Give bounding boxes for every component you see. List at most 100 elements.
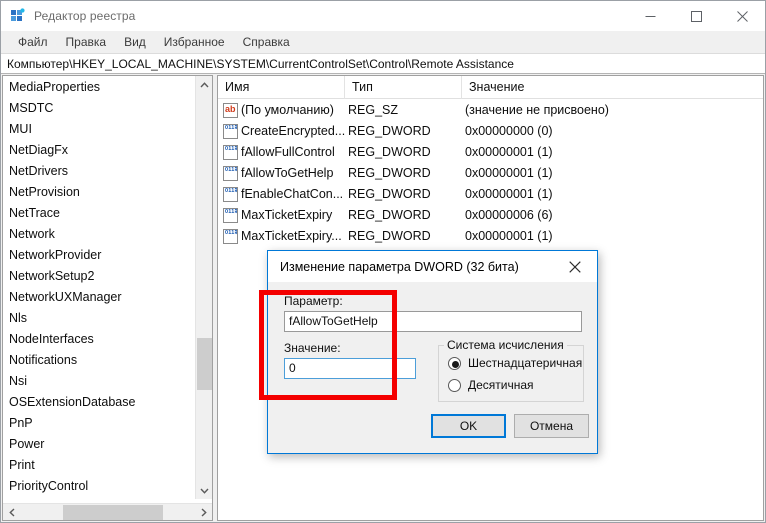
dialog-title: Изменение параметра DWORD (32 бита) (280, 259, 519, 274)
tree-item[interactable]: Nsi (3, 371, 196, 392)
chevron-left-icon[interactable] (3, 504, 20, 520)
tree-horizontal-scrollbar[interactable] (3, 503, 212, 520)
minimize-button[interactable] (627, 1, 673, 31)
value-name: (По умолчанию) (241, 103, 334, 117)
param-name-label: Параметр: (284, 294, 343, 308)
dword-value-icon (223, 166, 238, 181)
table-row[interactable]: CreateEncrypted...REG_DWORD 0x00000000 (0… (218, 122, 763, 141)
dialog-title-bar: Изменение параметра DWORD (32 бита) (268, 251, 597, 282)
tree-item[interactable]: MUI (3, 119, 196, 140)
base-radio-group (438, 345, 584, 402)
menu-item-file[interactable]: Файл (9, 33, 57, 51)
dialog-body: Параметр: fAllowToGetHelp Значение: 0 Си… (268, 282, 597, 453)
chevron-right-icon[interactable] (195, 504, 212, 520)
base-group-label: Система исчисления (444, 338, 567, 352)
table-row[interactable]: MaxTicketExpiry REG_DWORD 0x00000006 (6) (218, 206, 763, 225)
menu-item-favorites[interactable]: Избранное (155, 33, 234, 51)
value-name: fAllowFullControl (241, 145, 335, 159)
column-header-value[interactable]: Значение (462, 76, 763, 99)
maximize-button[interactable] (673, 1, 719, 31)
address-bar[interactable]: Компьютер\HKEY_LOCAL_MACHINE\SYSTEM\Curr… (1, 53, 765, 74)
tree-vertical-scrollbar[interactable] (195, 76, 212, 499)
registry-path-text: Компьютер\HKEY_LOCAL_MACHINE\SYSTEM\Curr… (7, 56, 514, 71)
value-data: 0x00000006 (6) (465, 208, 553, 222)
param-value-label: Значение: (284, 341, 341, 355)
ok-button[interactable]: OK (431, 414, 506, 438)
tree-item[interactable]: NetworkProvider (3, 245, 196, 266)
tree-item[interactable]: Network (3, 224, 196, 245)
tree-item[interactable]: NetTrace (3, 203, 196, 224)
tree-item[interactable]: Print (3, 455, 196, 476)
tree-item[interactable]: NetDiagFx (3, 140, 196, 161)
value-data: 0x00000001 (1) (465, 229, 553, 243)
tree-item[interactable]: PriorityControl (3, 476, 196, 497)
column-header-type[interactable]: Тип (345, 76, 462, 99)
value-data: 0x00000000 (0) (465, 124, 553, 138)
registry-tree-list[interactable]: MediaProperties MSDTC MUI NetDiagFx NetDrive… (3, 76, 196, 499)
value-data: (значение не присвоено) (465, 103, 609, 117)
string-value-icon (223, 103, 238, 118)
tree-item[interactable]: ProductOptions (3, 497, 196, 499)
table-row[interactable]: (По умолчанию) REG_SZ (значение не присвое… (218, 101, 763, 120)
table-row[interactable]: MaxTicketExpiry... REG_DWORD 0x00000001 (1… (218, 227, 763, 246)
dialog-close-icon[interactable] (553, 251, 597, 282)
menu-item-view[interactable]: Вид (115, 33, 155, 51)
dword-value-icon-wrap (223, 166, 238, 181)
param-name-input[interactable]: fAllowToGetHelp (284, 311, 582, 332)
value-type: REG_DWORD (348, 166, 431, 180)
value-name: MaxTicketExpiry... (241, 229, 342, 243)
string-value-icon-wrap (223, 103, 238, 118)
edit-dword-dialog: Изменение параметра DWORD (32 бита) Пара… (267, 250, 598, 454)
chevron-up-icon[interactable] (196, 76, 212, 93)
radio-hexadecimal[interactable]: Шестнадцатеричная (448, 356, 582, 370)
tree-scroll-thumb[interactable] (197, 338, 212, 390)
param-value-input[interactable]: 0 (284, 358, 416, 379)
value-name: fAllowToGetHelp (241, 166, 334, 180)
menu-bar: Файл Правка Вид Избранное Справка (1, 31, 765, 53)
table-row[interactable]: fAllowToGetHelp REG_DWORD 0x00000001 (1) (218, 164, 763, 183)
table-row[interactable]: fAllowFullControl REG_DWORD 0x00000001 (1) (218, 143, 763, 162)
menu-item-help[interactable]: Справка (234, 33, 299, 51)
value-name: fEnableChatCon... (241, 187, 344, 201)
tree-item[interactable]: NetDrivers (3, 161, 196, 182)
tree-item[interactable]: OSExtensionDatabase (3, 392, 196, 413)
cancel-button[interactable]: Отмена (514, 414, 589, 438)
tree-item[interactable]: Notifications (3, 350, 196, 371)
dword-value-icon (223, 208, 238, 223)
values-column-headers: Имя Тип Значение (218, 76, 763, 99)
registry-tree-pane: MediaProperties MSDTC MUI NetDiagFx NetDrive… (2, 75, 213, 521)
window-controls (627, 1, 765, 31)
tree-item[interactable]: NetworkSetup2 (3, 266, 196, 287)
title-bar: Редактор реестра (1, 1, 765, 31)
dword-value-icon (223, 124, 238, 139)
value-type: REG_SZ (348, 103, 399, 117)
tree-item[interactable]: Power (3, 434, 196, 455)
column-header-name[interactable]: Имя (218, 76, 345, 99)
dword-value-icon (223, 145, 238, 160)
tree-item[interactable]: NodeInterfaces (3, 329, 196, 350)
value-name: MaxTicketExpiry (241, 208, 333, 222)
dword-value-icon (223, 229, 238, 244)
tree-item[interactable]: MediaProperties (3, 77, 196, 98)
tree-hscroll-thumb[interactable] (63, 505, 163, 520)
table-row[interactable]: fEnableChatCon... REG_DWORD 0x00000001 (1) (218, 185, 763, 204)
tree-item[interactable]: Nls (3, 308, 196, 329)
value-type: REG_DWORD (348, 229, 431, 243)
dword-value-icon (223, 187, 238, 202)
tree-item[interactable]: PnP (3, 413, 196, 434)
dword-value-icon-wrap (223, 124, 238, 139)
radio-decimal-mark (448, 378, 461, 392)
dword-value-icon-wrap (223, 229, 238, 244)
value-type: REG_DWORD (348, 145, 431, 159)
dword-value-icon-wrap (223, 208, 238, 223)
dword-value-icon-wrap (223, 145, 238, 160)
tree-item[interactable]: NetworkUXManager (3, 287, 196, 308)
tree-item[interactable]: NetProvision (3, 182, 196, 203)
close-button[interactable] (719, 1, 765, 31)
registry-editor-window: Редактор реестра Файл Правка Вид Избранн… (0, 0, 766, 523)
value-data: 0x00000001 (1) (465, 187, 553, 201)
chevron-down-icon[interactable] (196, 482, 212, 499)
menu-item-edit[interactable]: Правка (57, 33, 116, 51)
radio-decimal[interactable]: Десятичная (448, 378, 534, 392)
tree-item[interactable]: MSDTC (3, 98, 196, 119)
